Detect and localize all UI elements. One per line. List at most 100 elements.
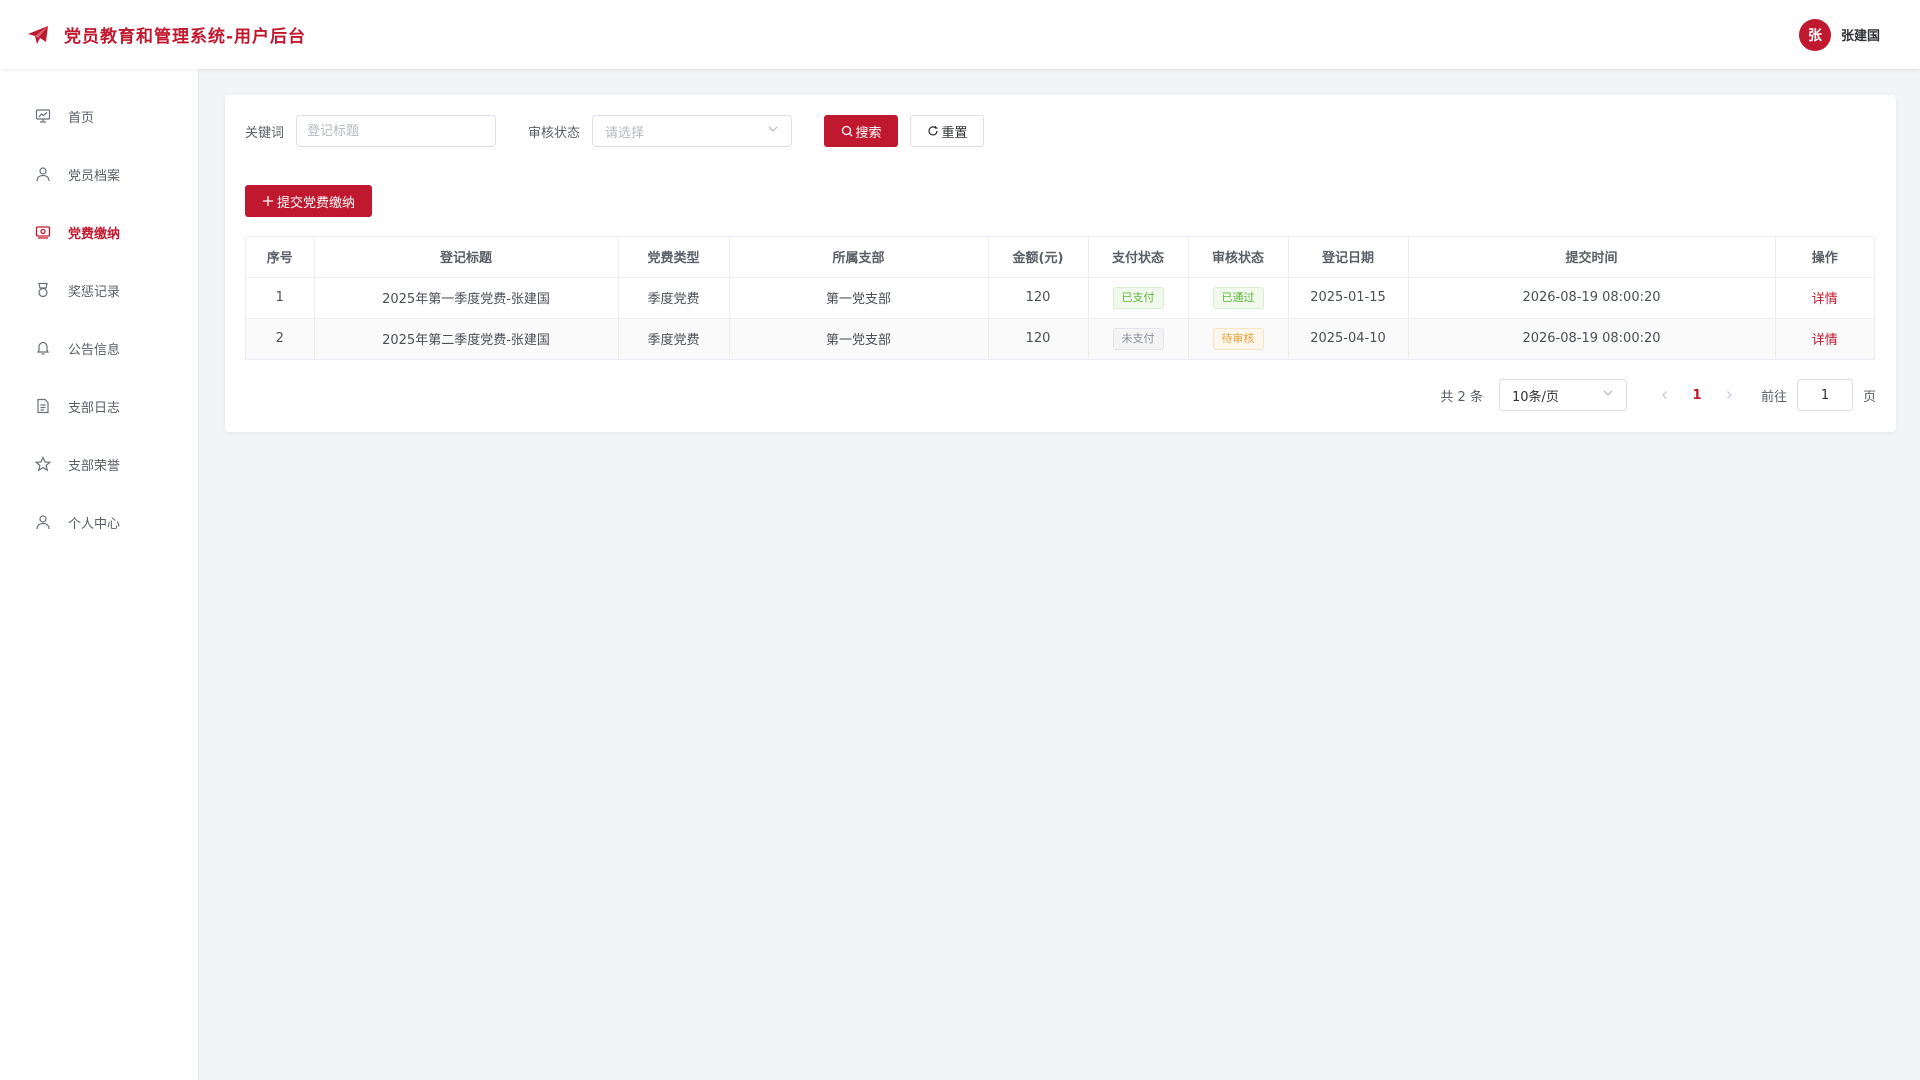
column-header: 操作: [1775, 237, 1874, 278]
cell-submitted: 2026-08-19 08:00:20: [1408, 318, 1776, 359]
cell-review-status: 已通过: [1188, 277, 1289, 319]
status-select-placeholder: 请选择: [605, 125, 645, 141]
user-icon: [34, 165, 52, 183]
page-size-select[interactable]: 10条/页: [1498, 379, 1627, 411]
top-header: 党员教育和管理系统-用户后台 张 张建国: [0, 0, 1920, 69]
column-header: 登记日期: [1288, 237, 1409, 278]
cell-action: 详情: [1775, 318, 1874, 359]
cell-index: 1: [246, 277, 315, 319]
sidebar-item-personal-center[interactable]: 个人中心: [0, 493, 198, 551]
dashboard-icon: [34, 107, 52, 125]
refresh-icon: [927, 125, 939, 137]
detail-link[interactable]: 详情: [1812, 292, 1838, 307]
cell-date: 2025-01-15: [1288, 277, 1409, 319]
column-header: 登记标题: [314, 237, 619, 278]
keyword-input[interactable]: [296, 115, 497, 147]
star-icon: [34, 455, 52, 473]
search-button[interactable]: 搜索: [824, 115, 899, 147]
column-header: 金额(元): [988, 237, 1089, 278]
main-card: 关键词 审核状态 请选择 搜索 重置 提交党费缴纳: [225, 95, 1896, 432]
brand: 党员教育和管理系统-用户后台: [26, 22, 306, 47]
goto-page-input[interactable]: [1796, 379, 1853, 411]
column-header: 党费类型: [618, 237, 730, 278]
page-number[interactable]: 1: [1679, 388, 1715, 403]
sidebar-item-member-profile[interactable]: 党员档案: [0, 145, 198, 203]
cell-type: 季度党费: [618, 277, 730, 319]
reset-button[interactable]: 重置: [910, 115, 985, 147]
cell-amount: 120: [988, 277, 1089, 319]
cell-review-status: 待审核: [1188, 318, 1289, 359]
sidebar-item-notices[interactable]: 公告信息: [0, 319, 198, 377]
table-row: 2 2025年第二季度党费-张建国 季度党费 第一党支部 120 未支付 待审核…: [246, 318, 1874, 359]
sidebar-item-label: 奖惩记录: [68, 284, 121, 300]
cell-index: 2: [246, 318, 315, 359]
sidebar-item-label: 党员档案: [68, 168, 121, 184]
chevron-left-icon: [1662, 391, 1667, 399]
sidebar-item-branch-honors[interactable]: 支部荣誉: [0, 435, 198, 493]
sidebar-item-label: 个人中心: [68, 516, 121, 532]
search-button-label: 搜索: [855, 125, 882, 141]
sidebar: 首页 党员档案 党费缴纳 奖惩记录 公告信息 支部日志 支部荣誉 个人中心: [0, 69, 199, 1080]
sidebar-item-label: 公告信息: [68, 342, 121, 358]
cell-submitted: 2026-08-19 08:00:20: [1408, 277, 1776, 319]
cell-branch: 第一党支部: [729, 318, 989, 359]
search-form: 关键词 审核状态 请选择 搜索 重置: [245, 115, 985, 147]
paper-plane-icon: [26, 23, 50, 47]
sidebar-item-party-dues[interactable]: 党费缴纳: [0, 203, 198, 261]
review-status-badge: 待审核: [1212, 327, 1264, 350]
search-icon: [841, 125, 853, 137]
cell-pay-status: 未支付: [1088, 318, 1189, 359]
page-size-value: 10条/页: [1511, 389, 1559, 405]
cell-type: 季度党费: [618, 318, 730, 359]
pay-status-badge: 未支付: [1112, 327, 1164, 350]
prev-page-button[interactable]: [1651, 381, 1679, 409]
column-header: 审核状态: [1188, 237, 1289, 278]
user-menu[interactable]: 张 张建国: [1798, 18, 1880, 51]
avatar[interactable]: 张: [1798, 18, 1831, 51]
plus-icon: [262, 195, 274, 207]
goto-suffix: 页: [1862, 389, 1876, 405]
cell-amount: 120: [988, 318, 1089, 359]
dues-table: 序号 登记标题 党费类型 所属支部 金额(元) 支付状态 审核状态 登记日期 提…: [245, 236, 1875, 360]
pagination-total: 共 2 条: [1440, 389, 1483, 405]
cell-branch: 第一党支部: [729, 277, 989, 319]
pay-status-badge: 已支付: [1112, 286, 1164, 309]
sidebar-item-label: 首页: [68, 110, 95, 126]
cell-action: 详情: [1775, 277, 1874, 319]
goto-label: 前往: [1760, 389, 1787, 405]
user-icon: [34, 513, 52, 531]
cell-title: 2025年第一季度党费-张建国: [314, 277, 619, 319]
goto-page: 前往 页: [1761, 379, 1876, 411]
table-row: 1 2025年第一季度党费-张建国 季度党费 第一党支部 120 已支付 已通过…: [246, 277, 1874, 319]
chevron-down-icon: [1602, 387, 1614, 403]
status-select[interactable]: 请选择: [592, 115, 793, 147]
column-header: 提交时间: [1408, 237, 1776, 278]
sidebar-item-label: 支部荣誉: [68, 458, 121, 474]
add-button-label: 提交党费缴纳: [277, 195, 356, 211]
cell-pay-status: 已支付: [1088, 277, 1189, 319]
sidebar-item-branch-log[interactable]: 支部日志: [0, 377, 198, 435]
money-icon: [34, 223, 52, 241]
table-header-row: 序号 登记标题 党费类型 所属支部 金额(元) 支付状态 审核状态 登记日期 提…: [246, 237, 1874, 278]
medal-icon: [34, 281, 52, 299]
user-name[interactable]: 张建国: [1841, 25, 1880, 44]
sidebar-item-label: 支部日志: [68, 400, 121, 416]
keyword-label: 关键词: [245, 125, 285, 141]
reset-button-label: 重置: [941, 125, 968, 141]
status-label: 审核状态: [528, 125, 581, 141]
sidebar-item-label: 党费缴纳: [68, 226, 121, 242]
pagination: 共 2 条 10条/页 1 前往 页: [1440, 379, 1876, 411]
document-icon: [34, 397, 52, 415]
next-page-button[interactable]: [1715, 381, 1743, 409]
cell-title: 2025年第二季度党费-张建国: [314, 318, 619, 359]
detail-link[interactable]: 详情: [1812, 333, 1838, 348]
add-party-dues-button[interactable]: 提交党费缴纳: [245, 185, 373, 217]
chevron-right-icon: [1727, 391, 1732, 399]
column-header: 所属支部: [729, 237, 989, 278]
sidebar-item-rewards[interactable]: 奖惩记录: [0, 261, 198, 319]
chevron-down-icon: [767, 123, 779, 139]
column-header: 序号: [246, 237, 315, 278]
cell-date: 2025-04-10: [1288, 318, 1409, 359]
sidebar-item-home[interactable]: 首页: [0, 87, 198, 145]
app-title: 党员教育和管理系统-用户后台: [64, 27, 307, 47]
